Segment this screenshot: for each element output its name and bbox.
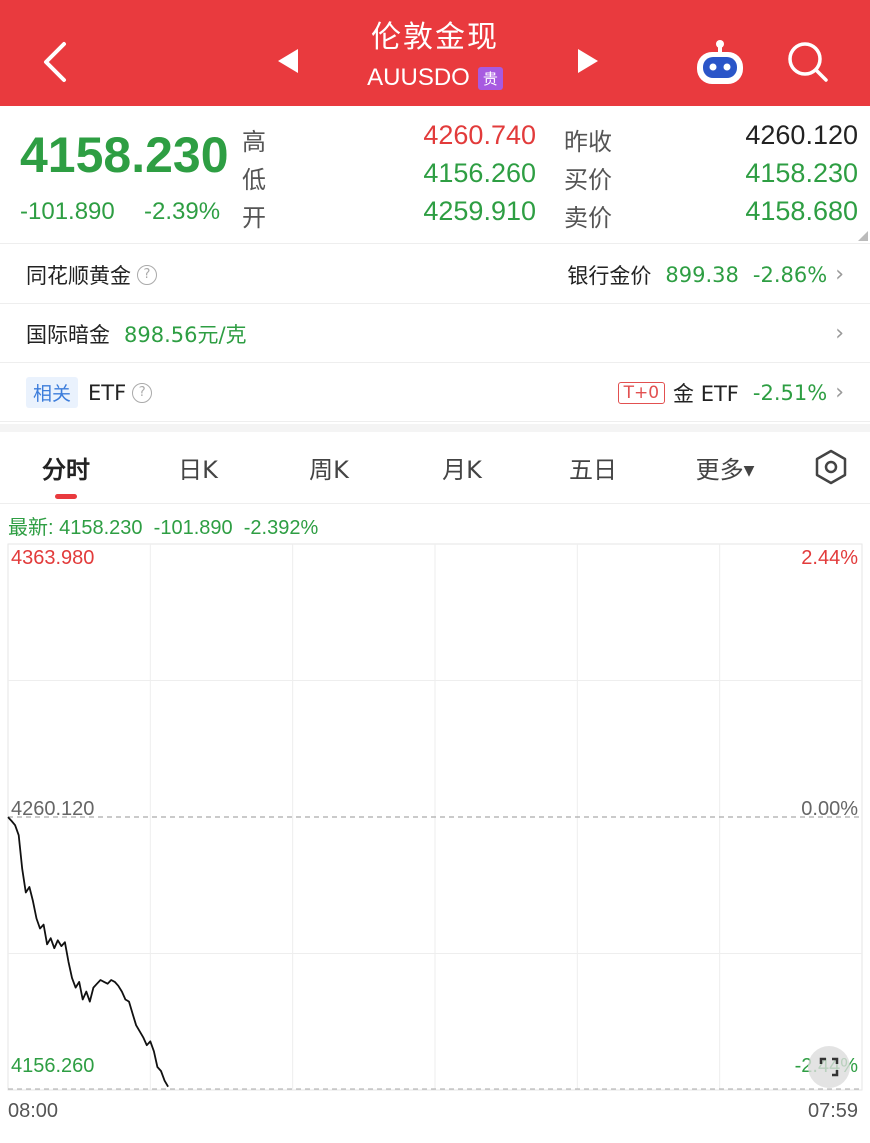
gold-etf-name: 金 ETF	[673, 381, 739, 406]
time-end-label: 07:59	[808, 1100, 859, 1122]
symbol-code: AUUSDO	[367, 64, 470, 91]
next-instrument-button[interactable]	[572, 44, 602, 78]
high-label: 高	[242, 128, 266, 156]
search-button[interactable]	[784, 38, 832, 86]
expand-corner-icon[interactable]	[858, 231, 868, 241]
bank-gold-change: -2.86%	[752, 262, 828, 287]
settings-hexagon-icon	[815, 449, 847, 485]
section-divider	[0, 424, 870, 432]
ask-label: 卖价	[564, 204, 612, 232]
latest-change: -101.890	[153, 517, 233, 539]
latest-percent: -2.392%	[243, 517, 319, 539]
tab-monthly-k[interactable]: 月K	[407, 450, 517, 485]
y-mid-label: 4260.120	[11, 798, 94, 820]
help-icon[interactable]: ?	[137, 264, 157, 285]
tab-daily-k[interactable]: 日K	[143, 450, 253, 485]
y-bottom-label: 4156.260	[11, 1055, 94, 1077]
gold-etf-change: -2.51%	[752, 380, 828, 405]
ths-gold-row[interactable]: 同花顺黄金 ? 银行金价 899.38 -2.86% ›	[0, 246, 870, 304]
low-value: 4156.260	[423, 158, 536, 188]
symbol-row: AUUSDO 贵	[300, 64, 570, 92]
ask-value: 4158.680	[745, 196, 858, 226]
title-block: 伦敦金现 AUUSDO 贵	[300, 18, 570, 92]
triangle-right-icon	[578, 49, 598, 73]
pct-top-label: 2.44%	[801, 547, 858, 569]
robot-icon	[697, 40, 743, 84]
fullscreen-button[interactable]	[808, 1046, 850, 1088]
tab-more[interactable]: 更多▼	[670, 450, 780, 485]
bank-gold-price: 899.38	[665, 262, 739, 287]
latest-quote-line: 最新: 4158.230 -101.890 -2.392%	[8, 511, 318, 540]
chevron-right-icon: ›	[835, 321, 844, 346]
open-value: 4259.910	[423, 196, 536, 226]
active-tab-indicator	[55, 494, 77, 499]
chevron-left-icon	[44, 42, 66, 82]
fullscreen-icon	[819, 1057, 839, 1077]
chart-settings-button[interactable]	[812, 448, 850, 486]
ai-assistant-button[interactable]	[692, 38, 748, 88]
top-bar: 伦敦金现 AUUSDO 贵	[0, 0, 870, 106]
quote-panel: 4158.230 -101.890 -2.39% 高 低 开 4260.740 …	[0, 106, 870, 244]
tab-intraday[interactable]: 分时	[11, 450, 121, 485]
y-top-label: 4363.980	[11, 547, 94, 569]
price-line	[7, 816, 169, 1088]
help-icon[interactable]: ?	[132, 382, 153, 403]
search-icon	[788, 42, 828, 82]
price-change: -101.890	[20, 198, 115, 225]
intl-dark-gold-row[interactable]: 国际暗金 898.56元/克 ›	[0, 305, 870, 363]
pct-mid-label: 0.00%	[801, 798, 858, 820]
precious-metal-badge: 贵	[477, 66, 503, 90]
price-change-percent: -2.39%	[144, 198, 221, 225]
dropdown-arrow-icon: ▼	[743, 463, 755, 479]
last-price: 4158.230	[20, 127, 229, 183]
intl-dark-gold-value: 898.56元/克	[124, 322, 247, 347]
bank-gold-label: 银行金价	[567, 263, 652, 288]
chevron-right-icon: ›	[835, 380, 844, 405]
intraday-chart[interactable]: 4363.9804260.1204156.2602.44%0.00%-2.44%	[0, 540, 870, 1092]
high-value: 4260.740	[423, 120, 536, 150]
tab-weekly-k[interactable]: 周K	[274, 450, 384, 485]
chevron-right-icon: ›	[835, 262, 844, 287]
prev-close-value: 4260.120	[745, 120, 858, 150]
latest-prefix: 最新:	[8, 517, 54, 539]
bid-label: 买价	[564, 166, 612, 194]
chart-tabs: 分时 日K 周K 月K 五日 更多▼	[0, 432, 870, 504]
latest-price: 4158.230	[59, 517, 143, 539]
related-tag: 相关	[26, 377, 79, 408]
back-button[interactable]	[22, 30, 82, 90]
tab-five-day[interactable]: 五日	[538, 450, 648, 485]
tab-more-label: 更多	[695, 456, 744, 484]
intl-dark-gold-label: 国际暗金	[26, 322, 110, 347]
open-label: 开	[242, 204, 266, 232]
app-root: 伦敦金现 AUUSDO 贵 4158.230 -101.890 -2.39% 高…	[0, 0, 870, 1143]
ths-gold-label: 同花顺黄金	[26, 263, 131, 288]
time-start-label: 08:00	[8, 1100, 59, 1122]
low-label: 低	[242, 166, 266, 194]
page-title: 伦敦金现	[371, 20, 499, 55]
bid-value: 4158.230	[745, 158, 858, 188]
related-etf-row[interactable]: 相关 ETF ? T+0 金 ETF -2.51% ›	[0, 364, 870, 422]
t0-tag: T+0	[617, 381, 666, 404]
prev-close-label: 昨收	[564, 128, 612, 156]
etf-label: ETF	[88, 380, 127, 405]
